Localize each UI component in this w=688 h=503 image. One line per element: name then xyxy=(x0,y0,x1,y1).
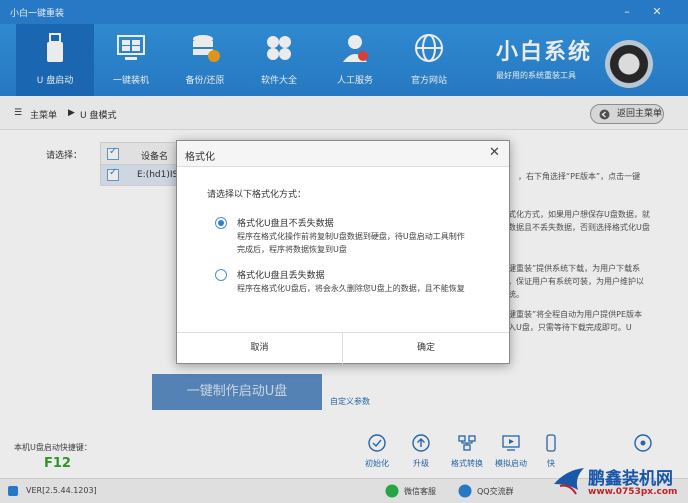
confirm-button[interactable]: 确定 xyxy=(343,333,509,364)
option-keep-data-desc: 完成后，程序将数据恢复到U盘 xyxy=(237,245,347,254)
dialog-header: 格式化 ✕ xyxy=(177,141,509,167)
dialog-footer: 取消 确定 xyxy=(177,332,509,364)
cancel-button[interactable]: 取消 xyxy=(177,333,343,364)
dialog-prompt: 请选择以下格式化方式： xyxy=(207,190,307,200)
option-lose-data-desc: 程序在格式化U盘后，将会永久删除您U盘上的数据，且不能恢复 xyxy=(237,284,465,293)
option-keep-data-title[interactable]: 格式化U盘且不丢失数据 xyxy=(237,216,334,229)
radio-keep-data[interactable] xyxy=(215,217,227,229)
option-lose-data-title[interactable]: 格式化U盘且丢失数据 xyxy=(237,268,325,281)
dialog-title: 格式化 xyxy=(185,152,215,163)
radio-lose-data[interactable] xyxy=(215,269,227,281)
format-dialog: 格式化 ✕ 请选择以下格式化方式： 格式化U盘且不丢失数据 程序在格式化操作前将… xyxy=(176,140,510,364)
option-keep-data-desc: 程序在格式化操作前将复制U盘数据到硬盘，待U盘启动工具制作 xyxy=(237,232,465,241)
dialog-close-icon[interactable]: ✕ xyxy=(489,146,500,160)
